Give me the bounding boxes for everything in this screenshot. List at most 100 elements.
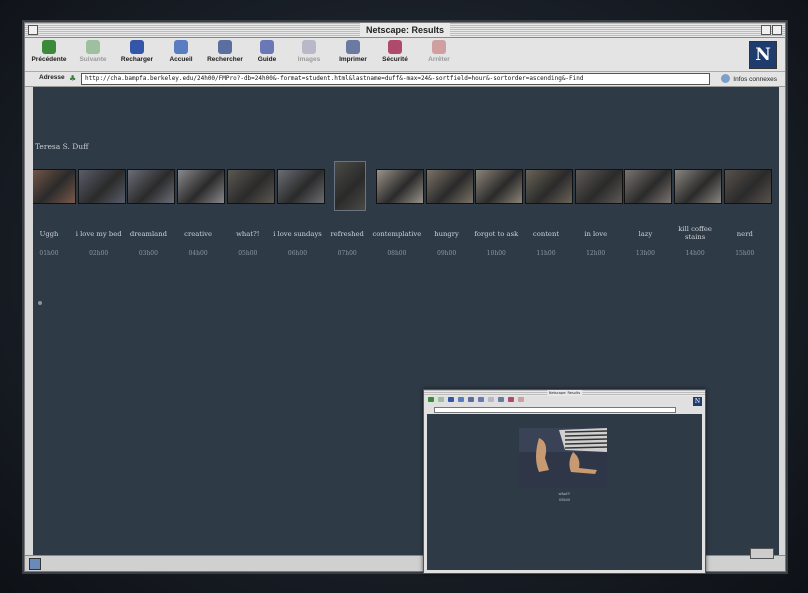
thumbnail-1[interactable] — [33, 169, 76, 204]
forward-arrow-icon — [86, 40, 100, 54]
toolbar-button-label: Sécurité — [382, 56, 408, 63]
search-icon — [218, 40, 232, 54]
popup-url-input[interactable] — [434, 407, 676, 413]
thumbnail-14[interactable] — [674, 169, 723, 204]
right-scrollbar[interactable] — [779, 87, 785, 555]
popup-print-icon[interactable] — [498, 397, 504, 402]
entry-label-link[interactable]: what?! — [220, 230, 276, 238]
entry-time: 04h00 — [188, 250, 208, 257]
toolbar-button-label: Guide — [257, 56, 277, 63]
collapse-box[interactable] — [772, 25, 782, 35]
popup-home-icon[interactable] — [458, 397, 464, 402]
related-info-icon — [721, 74, 731, 83]
images-icon — [302, 40, 316, 54]
url-input[interactable]: http://cha.bampfa.berkeley.edu/24h00/FMP… — [81, 73, 710, 85]
thumbnail-3[interactable] — [127, 169, 176, 204]
thumbnail-13[interactable] — [624, 169, 673, 204]
address-label: Adresse — [39, 74, 65, 81]
toolbar-button-label: Accueil — [169, 56, 193, 63]
entry-time: 02h00 — [89, 250, 109, 257]
title-bar[interactable]: Netscape: Results — [25, 23, 785, 38]
entry-time: 10h00 — [486, 250, 506, 257]
entry-time: 11h00 — [536, 250, 556, 257]
thumbnail-4[interactable] — [177, 169, 226, 204]
entry-time: 15h00 — [735, 250, 755, 257]
thumbnail-11[interactable] — [525, 169, 573, 204]
entry-label-link[interactable]: creative — [170, 230, 226, 238]
entry-time: 06h00 — [287, 250, 308, 257]
lock-icon — [388, 40, 402, 54]
thumbnail-15[interactable] — [723, 169, 772, 204]
netscape-logo-icon[interactable]: N — [749, 41, 777, 69]
popup-stop-icon[interactable] — [518, 397, 524, 402]
security-status-icon[interactable] — [29, 558, 41, 570]
guide-button[interactable]: Guide — [245, 40, 289, 63]
entry-label-link[interactable]: dreamland — [120, 230, 176, 238]
popup-time: 05h00 — [558, 498, 571, 502]
popup-guide-icon[interactable] — [478, 397, 484, 402]
reload-icon — [130, 40, 144, 54]
entry-label-link[interactable]: i love my bed — [71, 230, 127, 238]
entry-label-link[interactable]: refreshed — [319, 230, 375, 238]
accueil-button[interactable]: Accueil — [159, 40, 203, 63]
thumbnail-12[interactable] — [574, 169, 623, 204]
securite-button[interactable]: Sécurité — [373, 40, 417, 63]
popup-images-icon[interactable] — [488, 397, 494, 402]
precedente-button[interactable]: Précédente — [27, 40, 71, 63]
popup-reload-icon[interactable] — [448, 397, 454, 402]
arreter-button[interactable]: Arrêter — [417, 40, 461, 63]
close-box[interactable] — [28, 25, 38, 35]
entry-time: 07h00 — [337, 250, 357, 257]
thumbnail-7[interactable] — [334, 161, 367, 211]
images-button[interactable]: Images — [287, 40, 331, 63]
stop-icon — [432, 40, 446, 54]
thumbnail-2[interactable] — [77, 169, 126, 204]
suivante-button[interactable]: Suivante — [71, 40, 115, 63]
toolbar-button-label: Arrêter — [428, 56, 450, 63]
entry-time: 14h00 — [685, 250, 705, 257]
popup-lock-icon[interactable] — [508, 397, 514, 402]
entry-label-link[interactable]: kill coffee stains — [667, 225, 723, 241]
window-title: Netscape: Results — [359, 23, 451, 37]
left-gutter — [25, 87, 33, 555]
toolbar-button-label: Suivante — [79, 56, 107, 63]
print-icon — [346, 40, 360, 54]
author-name: Teresa S. Duff — [35, 142, 89, 151]
entry-label-link[interactable]: lazy — [617, 230, 673, 238]
related-info-button[interactable]: Infos connexes — [721, 74, 777, 83]
rechercher-button[interactable]: Rechercher — [203, 40, 247, 63]
back-arrow-icon — [42, 40, 56, 54]
entry-time: 13h00 — [635, 250, 655, 257]
entry-label-link[interactable]: hungry — [419, 230, 475, 238]
thumbnail-8[interactable] — [375, 169, 424, 204]
entry-label-link[interactable]: contemplative — [369, 230, 425, 238]
popup-back-icon[interactable] — [428, 397, 434, 402]
thumbnail-9[interactable] — [425, 169, 474, 204]
popup-content: what?! 05h00 — [427, 414, 702, 570]
scroll-arrows[interactable] — [750, 548, 774, 559]
entry-label-link[interactable]: content — [518, 230, 574, 238]
entry-label-link[interactable]: nerd — [717, 230, 773, 238]
toolbar-button-label: Recharger — [120, 56, 154, 63]
thumbnail-10[interactable] — [475, 169, 524, 204]
zoom-box[interactable] — [761, 25, 771, 35]
imprimer-button[interactable]: Imprimer — [331, 40, 375, 63]
popup-forward-icon[interactable] — [438, 397, 444, 402]
page-proxy-icon[interactable]: ♣ — [69, 74, 78, 83]
entry-label-link[interactable]: forgot to ask — [468, 230, 524, 238]
popup-window: Netscape: Results N what?! 05h00 — [423, 389, 706, 574]
home-icon — [174, 40, 188, 54]
entry-time: 08h00 — [387, 250, 407, 257]
related-info-label: Infos connexes — [733, 76, 777, 83]
popup-toolbar: N — [424, 396, 705, 406]
entry-time: 03h00 — [138, 250, 158, 257]
recharger-button[interactable]: Recharger — [115, 40, 159, 63]
entry-label-link[interactable]: i love sundays — [270, 230, 326, 238]
toolbar-button-label: Imprimer — [339, 56, 367, 63]
thumbnail-5[interactable] — [226, 169, 275, 204]
thumbnail-6[interactable] — [276, 169, 325, 204]
popup-netscape-logo-icon[interactable]: N — [693, 397, 702, 406]
popup-search-icon[interactable] — [468, 397, 474, 402]
toolbar-button-label: Précédente — [31, 56, 67, 63]
entry-label-link[interactable]: in love — [568, 230, 624, 238]
